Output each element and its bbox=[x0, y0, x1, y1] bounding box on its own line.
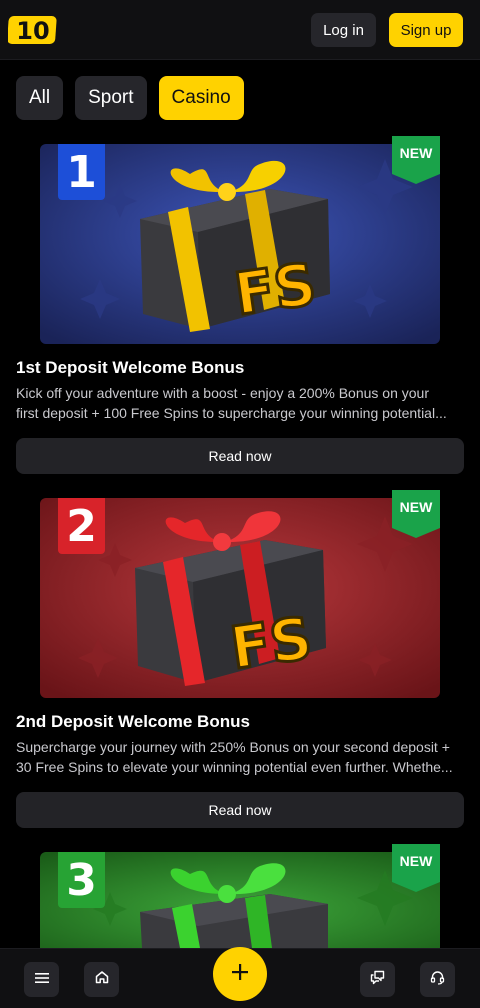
chat-button[interactable] bbox=[360, 962, 395, 997]
promo-description: Supercharge your journey with 250% Bonus… bbox=[16, 737, 466, 777]
new-badge: NEW bbox=[392, 844, 440, 892]
new-badge-label: NEW bbox=[400, 145, 433, 161]
promo-description-line: first deposit + 100 Free Spins to superc… bbox=[16, 405, 447, 421]
promo-description: Kick off your adventure with a boost - e… bbox=[16, 383, 466, 423]
promo-title: 1st Deposit Welcome Bonus bbox=[16, 358, 245, 377]
new-badge: NEW bbox=[392, 136, 440, 184]
top-bar: 10 Log in Sign up bbox=[0, 0, 480, 60]
login-button[interactable]: Log in bbox=[311, 13, 376, 47]
bottom-nav bbox=[0, 947, 480, 1008]
new-badge-label: NEW bbox=[400, 853, 433, 869]
logo-text: 10 bbox=[16, 17, 49, 45]
promo-image-text: FS bbox=[226, 604, 316, 683]
read-now-button[interactable]: Read now bbox=[16, 438, 464, 474]
chat-icon bbox=[370, 970, 385, 990]
promo-description-line: Supercharge your journey with 250% Bonus… bbox=[16, 739, 450, 755]
promo-description-line: Kick off your adventure with a boost - e… bbox=[16, 385, 429, 401]
promo-number-badge: 2 bbox=[58, 498, 105, 554]
promo-description-line: 30 Free Spins to elevate your winning po… bbox=[16, 759, 453, 775]
promo-number-badge: 3 bbox=[58, 852, 105, 908]
menu-icon bbox=[34, 971, 49, 989]
filter-all[interactable]: All bbox=[16, 76, 64, 120]
plus-icon bbox=[231, 963, 249, 986]
category-filters: All Sport Casino bbox=[16, 76, 244, 120]
promo-number-badge: 1 bbox=[58, 144, 105, 200]
promo-title: 2nd Deposit Welcome Bonus bbox=[16, 712, 250, 731]
add-button[interactable] bbox=[213, 947, 267, 1001]
read-now-button[interactable]: Read now bbox=[16, 792, 464, 828]
headset-icon bbox=[430, 970, 445, 990]
promo-image-text: FS bbox=[230, 250, 320, 329]
menu-button[interactable] bbox=[24, 962, 59, 997]
filter-casino[interactable]: Casino bbox=[158, 76, 244, 120]
brand-logo[interactable]: 10 bbox=[7, 14, 58, 46]
new-badge: NEW bbox=[392, 490, 440, 538]
support-button[interactable] bbox=[420, 962, 455, 997]
filter-sport[interactable]: Sport bbox=[75, 76, 147, 120]
signup-button[interactable]: Sign up bbox=[389, 13, 463, 47]
home-button[interactable] bbox=[84, 962, 119, 997]
new-badge-label: NEW bbox=[400, 499, 433, 515]
home-icon bbox=[95, 970, 109, 989]
